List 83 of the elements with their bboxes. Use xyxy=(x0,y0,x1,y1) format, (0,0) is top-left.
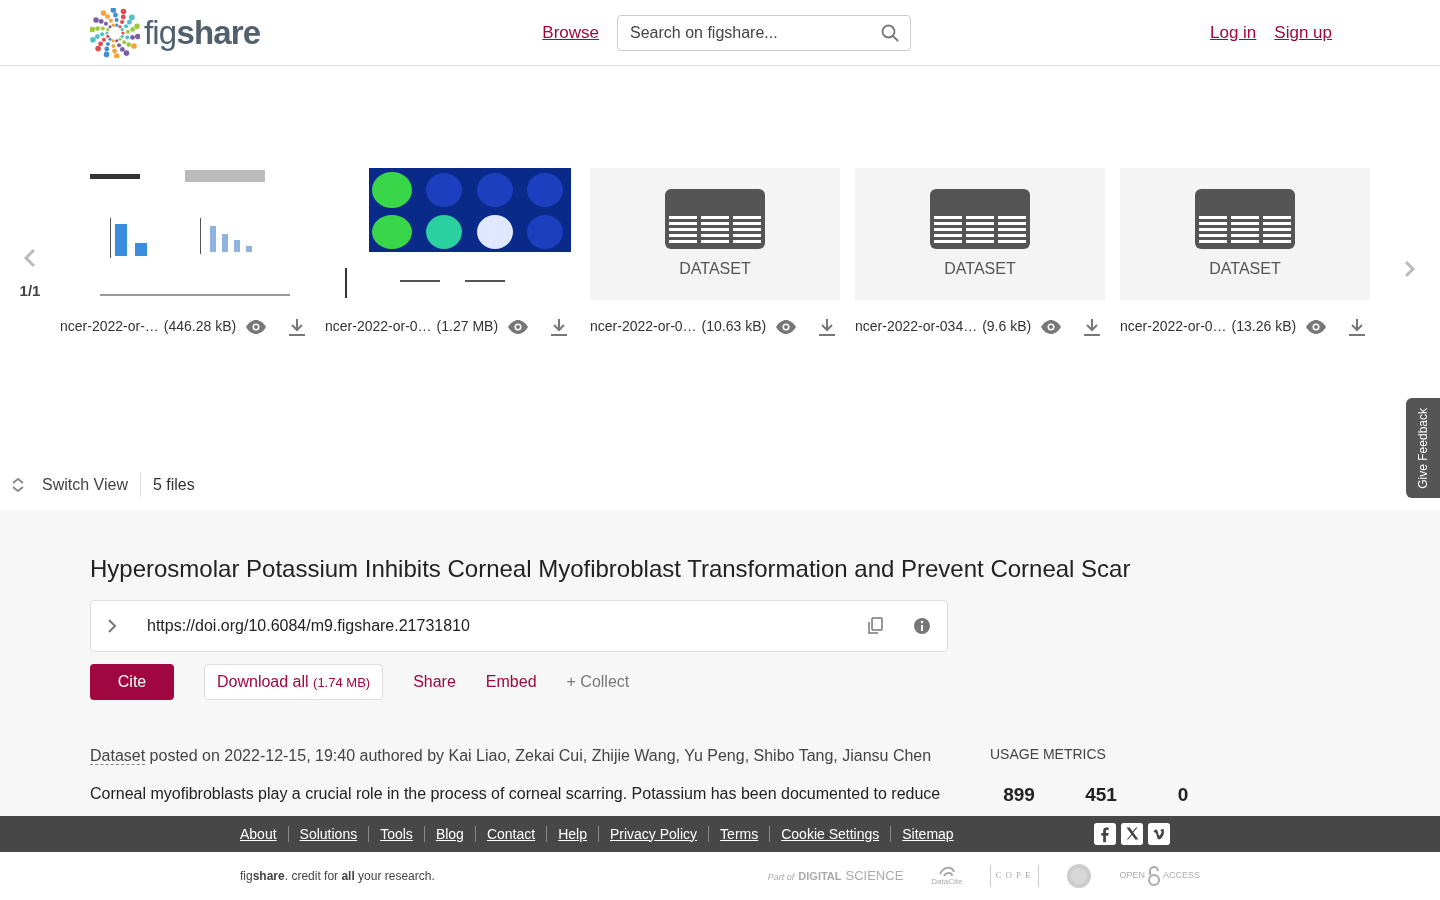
file-size: (9.6 kB) xyxy=(982,317,1032,336)
partner-text: DIGITAL xyxy=(798,869,842,885)
dataset-thumbnail[interactable]: DATASET xyxy=(590,168,840,300)
dataset-type-link[interactable]: Dataset xyxy=(90,747,146,765)
file-name[interactable]: ncer-2022-or-… xyxy=(60,316,159,337)
footer-link[interactable]: Solutions xyxy=(299,823,358,845)
dataset-thumbnail[interactable]: DATASET xyxy=(1120,168,1370,300)
eye-icon[interactable] xyxy=(507,319,530,334)
logo-mark-icon xyxy=(90,7,140,58)
metric-value: 899 xyxy=(1002,783,1036,807)
swirl-icon xyxy=(937,866,956,878)
share-button[interactable]: Share xyxy=(413,670,456,694)
partner-text: COPE xyxy=(990,865,1040,887)
switch-view-icon[interactable] xyxy=(10,477,26,493)
file-name[interactable]: ncer-2022-or-034… xyxy=(855,316,978,337)
logo-wordmark[interactable]: figshare xyxy=(144,7,261,58)
partner-text: Part of xyxy=(767,871,795,885)
download-icon[interactable] xyxy=(1083,317,1102,336)
facebook-icon[interactable] xyxy=(1093,823,1116,845)
login-link[interactable]: Log in xyxy=(1210,19,1257,46)
chevron-right-icon[interactable] xyxy=(107,618,117,634)
footer-link[interactable]: Sitemap xyxy=(902,823,954,845)
table-icon xyxy=(930,189,1030,249)
download-icon[interactable] xyxy=(1348,317,1367,336)
dataset-thumbnail[interactable]: DATASET xyxy=(855,168,1105,300)
partner-text: ACCESS xyxy=(1163,869,1200,883)
file-size: (446.28 kB) xyxy=(163,317,237,336)
partner-text: SCIENCE xyxy=(845,867,904,886)
cite-button[interactable]: Cite xyxy=(90,664,174,700)
browse-link[interactable]: Browse xyxy=(542,19,599,46)
footer-link[interactable]: Contact xyxy=(486,823,536,845)
search-field[interactable]: Search on figshare... xyxy=(617,14,911,51)
file-size: (13.26 kB) xyxy=(1231,317,1297,336)
download-icon[interactable] xyxy=(818,317,837,336)
dataset-label: DATASET xyxy=(1209,259,1281,279)
footer-link[interactable]: Help xyxy=(558,823,587,845)
signup-link[interactable]: Sign up xyxy=(1274,19,1332,46)
doi-text: https://doi.org/10.6084/m9.figshare.21731810 xyxy=(147,616,470,636)
info-icon[interactable] xyxy=(913,617,931,635)
seal-icon xyxy=(1067,864,1092,888)
tagline: figshare. credit for all your research. xyxy=(240,868,435,885)
x-icon[interactable] xyxy=(1120,823,1143,845)
eye-icon[interactable] xyxy=(245,319,268,334)
table-icon xyxy=(1195,189,1295,249)
copy-icon[interactable] xyxy=(867,617,883,635)
download-all-button[interactable]: Download all (1.74 MB) xyxy=(204,664,384,700)
metric-value: 451 xyxy=(1084,783,1118,807)
partner-text: OPEN xyxy=(1119,869,1145,883)
footer-link[interactable]: Terms xyxy=(720,823,759,845)
eye-icon[interactable] xyxy=(775,319,798,334)
lock-icon xyxy=(1147,866,1161,886)
file-name[interactable]: ncer-2022-or-0… xyxy=(1120,316,1227,337)
metric-value: 0 xyxy=(1176,783,1190,807)
collect-button[interactable]: + Collect xyxy=(566,670,630,694)
file-count: 5 files xyxy=(152,475,195,495)
partner-text: DataCite xyxy=(931,878,963,886)
doi-field[interactable]: https://doi.org/10.6084/m9.figshare.21731810 xyxy=(90,600,948,652)
footer-link[interactable]: Tools xyxy=(380,823,413,845)
download-icon[interactable] xyxy=(550,317,569,336)
download-icon[interactable] xyxy=(288,317,307,336)
file-name[interactable]: ncer-2022-or-0… xyxy=(325,316,432,337)
eye-icon[interactable] xyxy=(1040,319,1063,334)
usage-metrics-heading: USAGE METRICS xyxy=(990,745,1107,764)
item-title: Hyperosmolar Potassium Inhibits Corneal Myofibroblast Transformation and Prevent Corneal Scar xyxy=(90,554,1132,584)
posted-info: posted on 2022-12-15, 19:40 authored by Kai Liao, Zekai Cui, Zhijie Wang, Yu Peng, Shibo Tang, Jiansu Chen xyxy=(149,747,932,764)
table-icon xyxy=(665,189,765,249)
file-size: (10.63 kB) xyxy=(701,317,767,336)
description: Corneal myofibroblasts play a crucial role in the process of corneal scarring. Potassium has been documented to reduce xyxy=(90,784,942,804)
footer-link[interactable]: Privacy Policy xyxy=(609,823,698,845)
switch-view-button[interactable]: Switch View xyxy=(42,473,141,497)
footer-link[interactable]: Blog xyxy=(435,823,464,845)
footer-link[interactable]: Cookie Settings xyxy=(781,823,880,845)
feedback-tab[interactable]: Give Feedback xyxy=(1406,398,1440,498)
page-counter: 1/1 xyxy=(19,281,41,301)
search-icon[interactable] xyxy=(881,23,899,42)
vimeo-icon[interactable] xyxy=(1147,823,1170,845)
file-name[interactable]: ncer-2022-or-0… xyxy=(590,316,697,337)
file-size: (1.27 MB) xyxy=(436,317,499,336)
footer-link[interactable]: About xyxy=(240,823,277,845)
embed-button[interactable]: Embed xyxy=(485,670,537,694)
dataset-label: DATASET xyxy=(944,259,1016,279)
eye-icon[interactable] xyxy=(1305,319,1328,334)
dataset-label: DATASET xyxy=(679,259,751,279)
